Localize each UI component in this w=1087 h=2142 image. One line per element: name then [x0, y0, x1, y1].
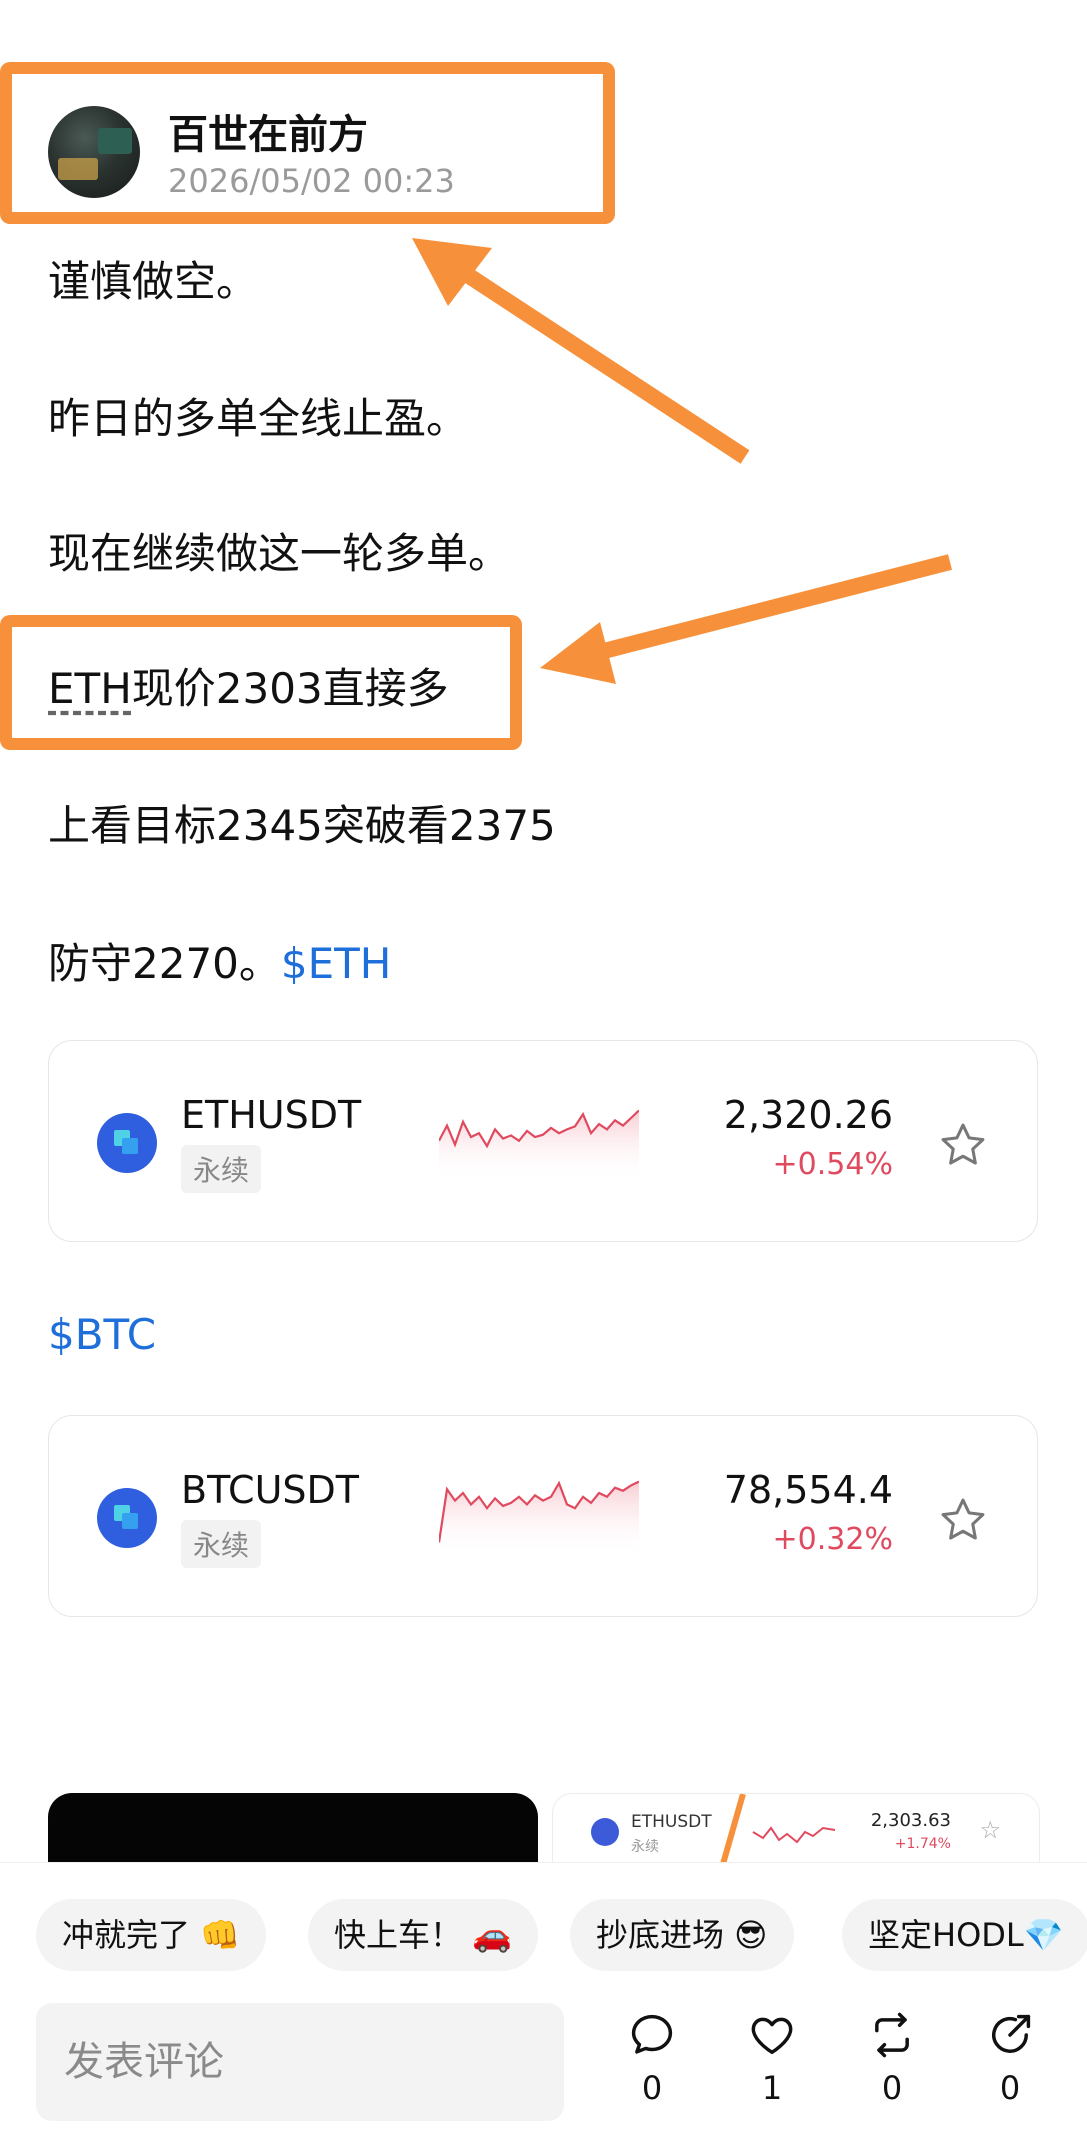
bottom-bar: 冲就完了 👊 快上车！ 🚗 抄底进场 😎 坚定HODL💎 发表评论 0 1 0 …: [0, 1862, 1087, 2142]
comment-button[interactable]: 0: [612, 2009, 692, 2107]
star-icon[interactable]: [937, 1119, 989, 1171]
share-icon: [992, 2014, 1031, 2053]
repost-icon: [875, 2012, 909, 2058]
preview-type: 永续: [631, 1839, 659, 1855]
contract-type-badge: 永续: [181, 1145, 262, 1193]
repost-button[interactable]: 0: [852, 2009, 932, 2107]
like-button[interactable]: 1: [732, 2009, 812, 2107]
coin-icon: [97, 1488, 157, 1548]
share-count: 0: [999, 2069, 1021, 2107]
preview-symbol: ETHUSDT: [631, 1812, 712, 1832]
market-symbol: ETHUSDT: [181, 1093, 362, 1137]
price-change: +0.32%: [772, 1522, 893, 1557]
share-button[interactable]: 0: [970, 2009, 1050, 2107]
price-sparkline: [439, 1480, 639, 1556]
preview-change: +1.74%: [894, 1836, 951, 1852]
price-sparkline: [439, 1109, 639, 1181]
quick-reply-chip[interactable]: 抄底进场 😎: [570, 1899, 794, 1971]
sparkline-area: [439, 1110, 639, 1181]
repost-count: 0: [881, 2069, 903, 2107]
market-card-eth[interactable]: ETHUSDT 永续 2,320.26 +0.54%: [48, 1040, 1038, 1242]
star-icon[interactable]: [937, 1494, 989, 1546]
market-price: 2,320.26: [723, 1093, 893, 1137]
btc-tag-link[interactable]: $BTC: [48, 1310, 156, 1359]
quick-reply-chip[interactable]: 快上车！ 🚗: [308, 1899, 539, 1971]
quick-reply-chip[interactable]: 坚定HODL💎: [842, 1899, 1087, 1971]
comment-input[interactable]: 发表评论: [36, 2003, 564, 2121]
price-change: +0.54%: [772, 1147, 893, 1182]
quick-reply-chip[interactable]: 冲就完了 👊: [36, 1899, 267, 1971]
preview-sparkline: [720, 1794, 836, 1864]
annotation-arrows: [412, 238, 952, 684]
comment-count: 0: [641, 2069, 663, 2107]
coin-icon: [591, 1818, 619, 1846]
star-icon[interactable]: ☆: [979, 1816, 1001, 1844]
comment-icon: [631, 2014, 673, 2054]
sparkline-area: [439, 1481, 639, 1556]
market-price: 78,554.4: [723, 1468, 893, 1512]
heart-icon: [751, 2017, 793, 2055]
market-symbol: BTCUSDT: [181, 1468, 359, 1512]
coin-icon: [97, 1113, 157, 1173]
preview-price: 2,303.63: [870, 1810, 951, 1831]
like-count: 1: [761, 2069, 783, 2107]
contract-type-badge: 永续: [181, 1520, 262, 1568]
market-card-btc[interactable]: BTCUSDT 永续 78,554.4 +0.32%: [48, 1415, 1038, 1617]
